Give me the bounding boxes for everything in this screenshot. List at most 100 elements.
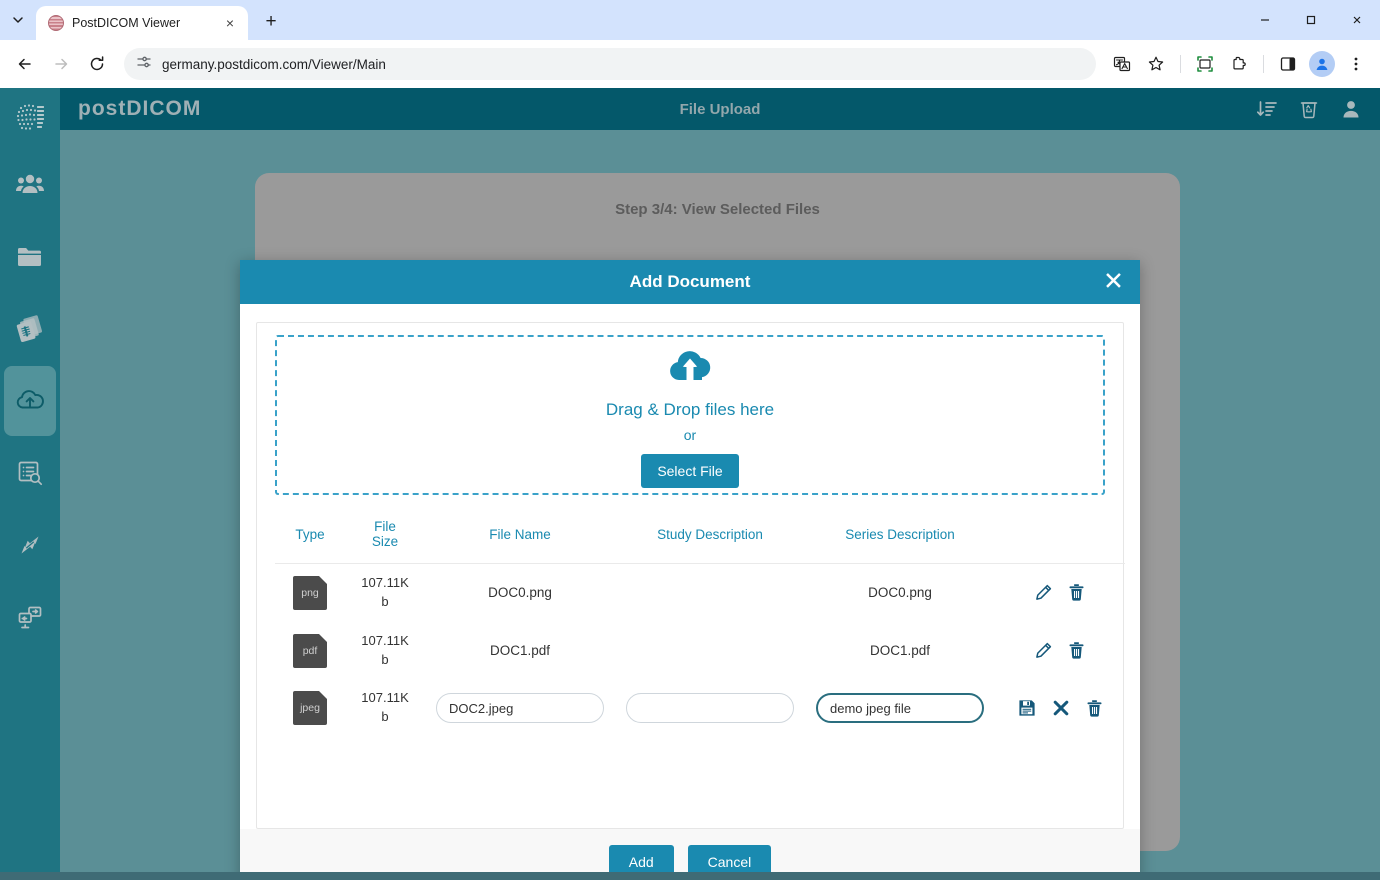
file-size-line2: Size [349, 534, 421, 549]
tab-title: PostDICOM Viewer [72, 16, 212, 30]
dialog-content-panel: Drag & Drop files here or Select File [256, 322, 1124, 829]
sidebar-item-folders[interactable] [4, 222, 56, 292]
delete-trash-icon[interactable] [1067, 641, 1086, 660]
sidebar-item-patients[interactable] [4, 150, 56, 220]
sidebar-item-share[interactable] [4, 582, 56, 652]
table-header-row: Type File Size File Name Study Descripti… [275, 513, 1125, 564]
add-document-dialog: Add Document ✕ [240, 260, 1140, 880]
sort-descending-icon[interactable] [1256, 98, 1278, 120]
tab-close-icon[interactable]: × [220, 13, 240, 33]
column-header-file-size: File Size [345, 513, 425, 564]
file-dropzone[interactable]: Drag & Drop files here or Select File [275, 335, 1105, 495]
bookmark-star-icon[interactable] [1140, 48, 1172, 80]
screen-capture-icon[interactable] [1189, 48, 1221, 80]
study-description-input[interactable] [626, 693, 794, 723]
file-size-value-line2: b [349, 708, 421, 727]
edit-pencil-icon[interactable] [1034, 583, 1053, 602]
cell-study-description [615, 564, 805, 622]
window-minimize-button[interactable] [1242, 0, 1288, 40]
toolbar-divider-2 [1263, 55, 1264, 73]
browser-tab[interactable]: PostDICOM Viewer × [36, 6, 248, 40]
table-row: pdf 107.11K b DOC1.pdf DOC1.pdf [275, 622, 1125, 680]
table-head: Type File Size File Name Study Descripti… [275, 513, 1125, 564]
application-area: postDICOM File Upload [0, 88, 1380, 880]
dialog-title: Add Document [240, 272, 1140, 292]
dropzone-main-text: Drag & Drop files here [606, 400, 774, 420]
new-tab-button[interactable]: + [256, 7, 286, 37]
cell-file-name [425, 679, 615, 737]
table-row: png 107.11K b DOC0.png DOC0.png [275, 564, 1125, 622]
toolbar-divider-1 [1180, 55, 1181, 73]
user-account-icon[interactable] [1340, 98, 1362, 120]
file-type-badge: pdf [293, 634, 327, 668]
series-description-input[interactable] [816, 693, 984, 723]
close-icon[interactable]: ✕ [1103, 270, 1124, 295]
file-name-input[interactable] [436, 693, 604, 723]
file-size-value-line1: 107.11K [349, 632, 421, 651]
cell-actions [995, 622, 1125, 680]
extensions-icon[interactable] [1223, 48, 1255, 80]
row-actions [999, 641, 1121, 660]
cell-actions [995, 679, 1125, 737]
application-root: PostDICOM Viewer × + [0, 0, 1380, 880]
app-sidebar [0, 88, 60, 880]
selected-files-table: Type File Size File Name Study Descripti… [275, 513, 1125, 737]
translate-icon[interactable] [1106, 48, 1138, 80]
dropzone-or-text: or [684, 427, 696, 443]
forward-button[interactable] [44, 47, 78, 81]
cell-file-size: 107.11K b [345, 679, 425, 737]
cell-file-size: 107.11K b [345, 622, 425, 680]
window-close-button[interactable] [1334, 0, 1380, 40]
cancel-x-icon[interactable] [1051, 698, 1071, 718]
dialog-body: Drag & Drop files here or Select File [240, 304, 1140, 829]
profile-avatar-icon[interactable] [1306, 48, 1338, 80]
app-body: Step 3/4: View Selected Files Add Docume… [60, 130, 1380, 880]
reload-button[interactable] [80, 47, 114, 81]
cell-series-description [805, 679, 995, 737]
cell-type: pdf [275, 622, 345, 680]
cell-series-description: DOC0.png [805, 564, 995, 622]
delete-trash-icon[interactable] [1067, 583, 1086, 602]
cloud-upload-icon [666, 347, 714, 392]
tab-search-chevron-icon[interactable] [0, 0, 36, 40]
column-header-file-name: File Name [425, 513, 615, 564]
cell-file-name: DOC0.png [425, 564, 615, 622]
select-file-button[interactable]: Select File [641, 454, 738, 488]
table-row-editing: jpeg 107.11K b [275, 679, 1125, 737]
window-maximize-button[interactable] [1288, 0, 1334, 40]
table-body: png 107.11K b DOC0.png DOC0.png [275, 564, 1125, 738]
site-settings-icon[interactable] [136, 54, 152, 75]
cell-actions [995, 564, 1125, 622]
sidebar-item-upload[interactable] [4, 366, 56, 436]
recycle-bin-icon[interactable] [1298, 98, 1320, 120]
header-icon-group [1256, 98, 1362, 120]
brand-logo: postDICOM [78, 97, 201, 121]
back-button[interactable] [8, 47, 42, 81]
browser-tab-bar: PostDICOM Viewer × + [0, 0, 1380, 40]
file-size-line1: File [349, 519, 421, 534]
file-type-badge: png [293, 576, 327, 610]
cell-study-description [615, 622, 805, 680]
row-actions [999, 583, 1121, 602]
page-title: File Upload [60, 101, 1380, 118]
cell-study-description [615, 679, 805, 737]
file-size-value-line1: 107.11K [349, 689, 421, 708]
sidebar-item-studies[interactable] [4, 294, 56, 364]
sidebar-item-sync[interactable] [4, 510, 56, 580]
omnibox[interactable]: germany.postdicom.com/Viewer/Main [124, 48, 1096, 80]
browser-toolbar: germany.postdicom.com/Viewer/Main [0, 40, 1380, 88]
cell-file-name: DOC1.pdf [425, 622, 615, 680]
save-floppy-icon[interactable] [1017, 698, 1037, 718]
delete-trash-icon[interactable] [1085, 699, 1104, 718]
file-type-badge: jpeg [293, 691, 327, 725]
edit-pencil-icon[interactable] [1034, 641, 1053, 660]
cell-series-description: DOC1.pdf [805, 622, 995, 680]
file-size-value-line2: b [349, 593, 421, 612]
side-panel-icon[interactable] [1272, 48, 1304, 80]
url-text[interactable]: germany.postdicom.com/Viewer/Main [162, 57, 386, 72]
more-menu-icon[interactable] [1340, 48, 1372, 80]
column-header-study-description: Study Description [615, 513, 805, 564]
sidebar-logo-icon [0, 88, 60, 150]
sidebar-item-search-reports[interactable] [4, 438, 56, 508]
wizard-step-title: Step 3/4: View Selected Files [255, 201, 1180, 218]
